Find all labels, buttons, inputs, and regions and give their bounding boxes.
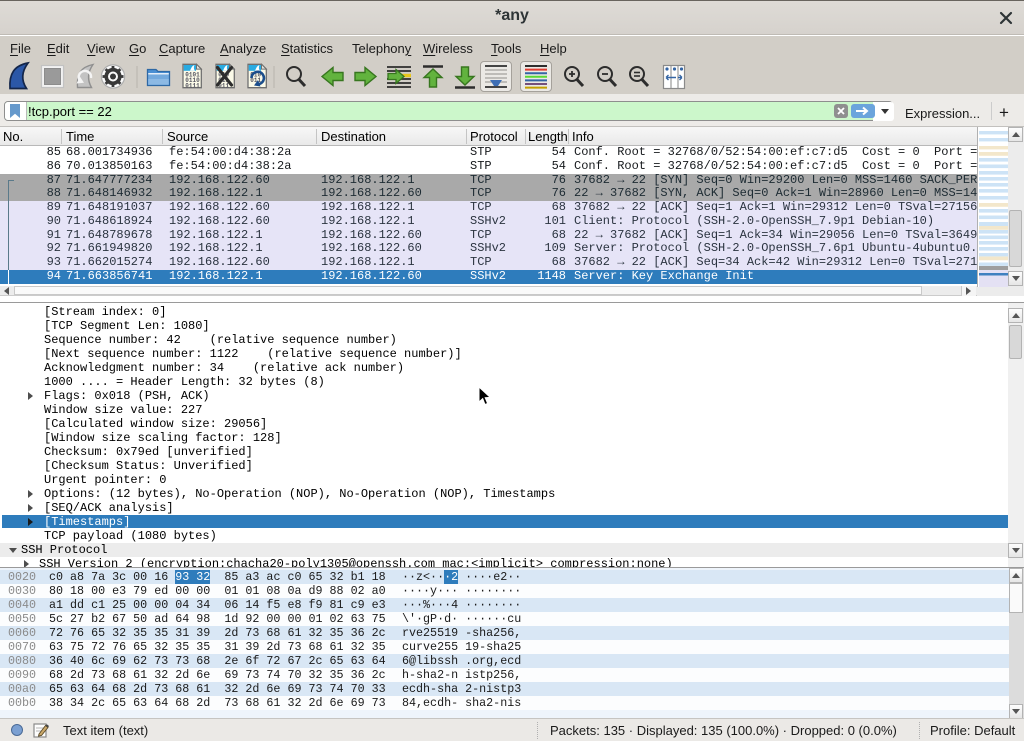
svg-text:0111: 0111 (185, 82, 200, 89)
